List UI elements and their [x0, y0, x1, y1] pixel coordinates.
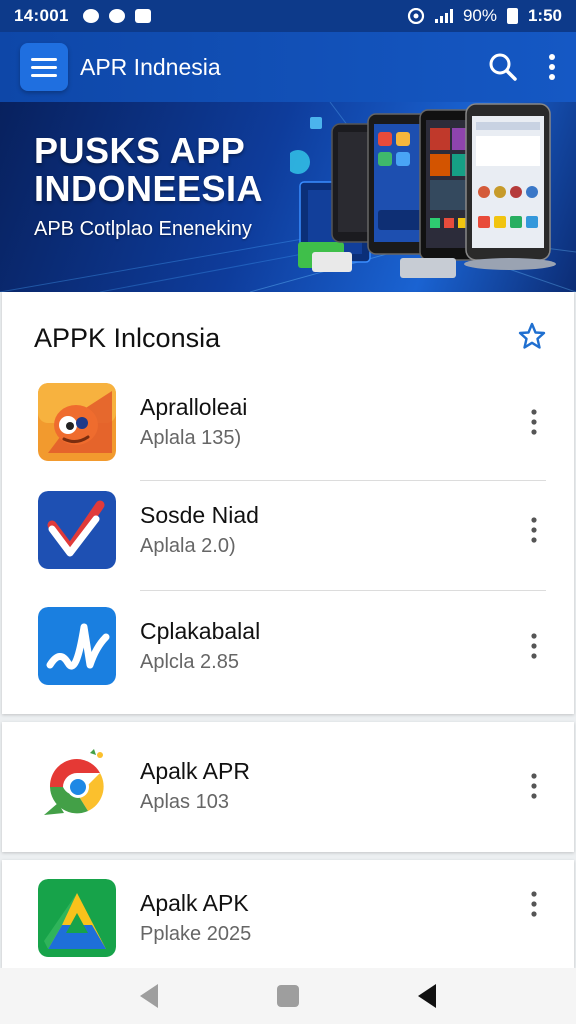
app-name: Apralloleai [140, 394, 248, 420]
app-subtitle: Aplala 2.0) [140, 535, 236, 557]
menu-icon-line [31, 73, 57, 77]
app-text: Apralloleai Aplala 135) [140, 394, 247, 450]
overflow-menu-icon[interactable] [524, 766, 544, 806]
app-name: Sosde Niad [140, 502, 259, 528]
status-time: 14:001 [14, 6, 69, 25]
signal-icon [434, 9, 453, 23]
app-name: Cplakabalal [140, 618, 261, 644]
app-list-item[interactable]: Cplakabalal Aplcla 2.85 [38, 600, 544, 692]
notification-icons [82, 9, 151, 23]
star-icon[interactable] [518, 322, 546, 355]
app-title: APR Indnesia [80, 53, 221, 80]
app-card: Apalk APR Aplas 103 [2, 722, 574, 852]
home-icon[interactable] [268, 976, 308, 1016]
section-header: APPK Inlconsia [34, 322, 546, 355]
banner-title-line2: INDONEESIA [34, 168, 264, 209]
app-text: Apalk APR Aplas 103 [140, 758, 250, 814]
wifi-icon [407, 8, 425, 24]
overflow-menu-icon[interactable] [524, 884, 544, 924]
heart-notification-icon [108, 9, 125, 23]
apps-card: APPK Inlconsia Apralloleai Aplala 135) S… [2, 292, 574, 714]
back-icon[interactable] [129, 976, 169, 1016]
app-bar: APR Indnesia [0, 32, 576, 102]
status-left: 14:001 [14, 6, 151, 26]
image-notification-icon [134, 9, 151, 23]
app-subtitle: Aplala 135) [140, 427, 242, 449]
overflow-menu-icon[interactable] [548, 53, 556, 81]
overflow-menu-icon[interactable] [524, 626, 544, 666]
app-list-item[interactable]: Apralloleai Aplala 135) [38, 376, 544, 468]
app-name: Apalk APK [140, 890, 249, 916]
status-clock: 1:50 [527, 6, 562, 25]
overflow-menu-icon[interactable] [524, 510, 544, 550]
chrome-like-icon [38, 747, 116, 825]
banner-subtitle: APB Cotlplao Enenekiny [34, 218, 252, 240]
drive-like-icon [38, 879, 116, 957]
app-list-item[interactable]: Apalk APK Pplake 2025 [38, 872, 544, 964]
overflow-menu-icon[interactable] [524, 402, 544, 442]
app-text: Sosde Niad Aplala 2.0) [140, 502, 259, 558]
notification-icon [82, 9, 99, 23]
devices-illustration [290, 103, 556, 278]
battery-icon [506, 8, 518, 24]
battery-percent: 90% [462, 6, 497, 25]
app-subtitle: Aplas 103 [140, 791, 229, 813]
app-list-item[interactable]: Sosde Niad Aplala 2.0) [38, 484, 544, 576]
app-text: Cplakabalal Aplcla 2.85 [140, 618, 260, 674]
app-subtitle: Aplcla 2.85 [140, 651, 239, 673]
orange-face-icon [38, 383, 116, 461]
app-subtitle: Pplake 2025 [140, 923, 252, 945]
section-title: APPK Inlconsia [34, 323, 221, 353]
menu-icon-line [31, 65, 57, 69]
recents-back-icon[interactable] [407, 976, 447, 1016]
app-name: Apalk APR [140, 758, 250, 784]
divider [140, 480, 546, 481]
status-right: 90% 1:50 [407, 6, 562, 26]
app-text: Apalk APK Pplake 2025 [140, 890, 251, 946]
search-icon[interactable] [488, 52, 518, 82]
banner-title-line1: PUSKS APP [34, 130, 246, 171]
app-list-item[interactable]: Apalk APR Aplas 103 [38, 740, 544, 832]
app-card: Apalk APK Pplake 2025 [2, 860, 574, 968]
divider [140, 590, 546, 591]
app-actions [488, 52, 556, 82]
banner-title: PUSKS APP INDONEESIA [34, 132, 263, 208]
menu-icon-line [31, 57, 57, 61]
promo-banner[interactable]: PUSKS APP INDONEESIA APB Cotlplao Enenek… [0, 102, 576, 292]
blue-check-icon [38, 491, 116, 569]
system-navigation-bar [0, 968, 576, 1024]
status-bar: 14:001 90% 1:50 [0, 0, 576, 32]
blue-wave-icon [38, 607, 116, 685]
menu-button[interactable] [20, 43, 68, 91]
